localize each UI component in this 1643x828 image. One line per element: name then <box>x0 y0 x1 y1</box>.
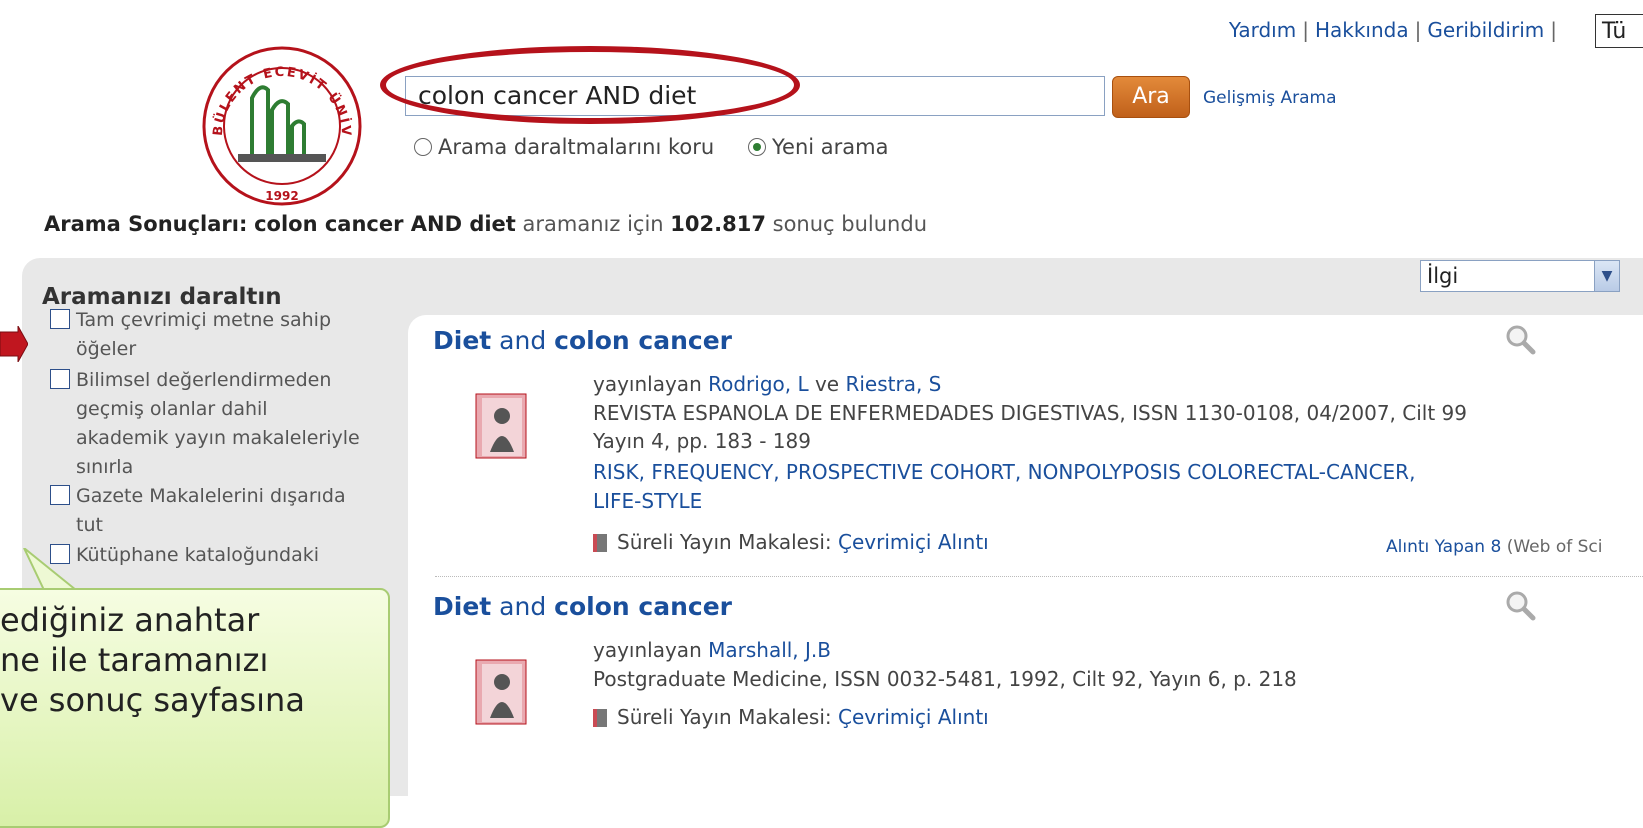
language-select[interactable]: Tü <box>1595 14 1643 48</box>
callout-line: ve sonuç sayfasına <box>0 681 305 719</box>
cited-by[interactable]: Alıntı Yapan 8 (Web of Sci <box>1386 537 1602 557</box>
keyword-link[interactable]: RISK <box>593 460 639 484</box>
callout-line: ediğiniz anahtar <box>0 601 260 639</box>
facet-label: akademik yayın makaleleriyle <box>76 427 360 449</box>
facet-library-catalog[interactable]: Kütüphane kataloğundaki <box>50 541 319 570</box>
result-source: Postgraduate Medicine, ISSN 0032-5481, 1… <box>593 667 1297 691</box>
facet-label: öğeler <box>76 338 137 360</box>
feedback-link[interactable]: Geribildirim <box>1427 18 1544 42</box>
result-title[interactable]: Diet and colon cancer <box>433 326 732 355</box>
pointer-arrow-icon <box>0 326 28 362</box>
article-type-icon <box>593 534 607 552</box>
facet-label: Tam çevrimiçi metne sahip <box>76 309 332 331</box>
citation-link[interactable]: Çevrimiçi Alıntı <box>838 705 989 729</box>
separator: | <box>1414 18 1422 42</box>
result-source: REVISTA ESPANOLA DE ENFERMEDADES DIGESTI… <box>593 401 1467 425</box>
logo-year: 1992 <box>265 189 298 203</box>
radio-icon[interactable] <box>414 138 432 156</box>
radio-new-search[interactable]: Yeni arama <box>748 135 888 159</box>
facet-label: geçmiş olanlar dahil <box>76 398 268 420</box>
preview-zoom-icon[interactable] <box>1503 588 1537 622</box>
search-button[interactable]: Ara <box>1112 76 1190 118</box>
facet-label: tut <box>76 514 103 536</box>
callout-text: ediğiniz anahtar ne ile taramanızı ve so… <box>0 600 305 720</box>
about-link[interactable]: Hakkında <box>1315 18 1409 42</box>
title-part[interactable]: Diet <box>433 592 491 621</box>
result-type: Süreli Yayın Makalesi: Çevrimiçi Alıntı <box>593 705 989 729</box>
result-title[interactable]: Diet and colon cancer <box>433 592 732 621</box>
type-label: Süreli Yayın Makalesi: <box>617 705 832 729</box>
author-link[interactable]: Marshall, J.B <box>708 638 831 662</box>
callout-line: ne ile taramanızı <box>0 641 269 679</box>
by-label: yayınlayan <box>593 638 702 662</box>
by-label: yayınlayan <box>593 372 702 396</box>
separator: | <box>1550 18 1557 42</box>
type-label: Süreli Yayın Makalesi: <box>617 530 832 554</box>
author-link[interactable]: Rodrigo, L <box>708 372 809 396</box>
keyword-link[interactable]: LIFE-STYLE <box>593 489 702 513</box>
radio-new-label: Yeni arama <box>772 135 889 159</box>
citation-link[interactable]: Çevrimiçi Alıntı <box>838 530 989 554</box>
search-input[interactable]: colon cancer AND diet <box>405 76 1105 116</box>
facet-label: Bilimsel değerlendirmeden <box>76 369 332 391</box>
preview-zoom-icon[interactable] <box>1503 322 1537 356</box>
help-link[interactable]: Yardım <box>1229 18 1296 42</box>
summary-mid: aramanız için <box>522 212 664 236</box>
checkbox-icon[interactable] <box>50 309 70 329</box>
facet-label: Kütüphane kataloğundaki <box>76 544 320 566</box>
result-source-issue: Yayın 4, pp. 183 - 189 <box>593 429 811 453</box>
title-part[interactable]: Diet <box>433 326 491 355</box>
advanced-search-link[interactable]: Gelişmiş Arama <box>1203 88 1337 108</box>
summary-label: Arama Sonuçları: <box>44 212 248 236</box>
facet-full-text[interactable]: Tam çevrimiçi metne sahip öğeler <box>50 306 331 364</box>
sort-select[interactable]: İlgi ▼ <box>1420 260 1620 292</box>
checkbox-icon[interactable] <box>50 485 70 505</box>
result-authors: yayınlayan Rodrigo, L ve Riestra, S <box>593 372 941 396</box>
facet-exclude-newspapers[interactable]: Gazete Makalelerini dışarıda tut <box>50 482 346 540</box>
cited-by-link[interactable]: Alıntı Yapan 8 <box>1386 537 1501 557</box>
sort-value: İlgi <box>1427 264 1459 288</box>
author-joiner: ve <box>814 372 840 396</box>
result-type: Süreli Yayın Makalesi: Çevrimiçi Alıntı <box>593 530 989 554</box>
chevron-down-icon[interactable]: ▼ <box>1594 261 1619 291</box>
summary-query: colon cancer AND diet <box>254 212 516 236</box>
result-keywords: RISK, FREQUENCY, PROSPECTIVE COHORT, NON… <box>593 460 1416 513</box>
radio-keep-refinements[interactable]: Arama daraltmalarını koru <box>414 135 714 159</box>
title-part[interactable]: colon cancer <box>554 592 732 621</box>
top-links: Yardım | Hakkında | Geribildirim | <box>1229 18 1563 42</box>
keyword-link[interactable]: PROSPECTIVE COHORT <box>786 460 1015 484</box>
result-authors: yayınlayan Marshall, J.B <box>593 638 831 662</box>
title-part[interactable]: and <box>491 592 554 621</box>
journal-article-icon <box>475 393 527 459</box>
facet-label: sınırla <box>76 456 134 478</box>
keyword-link[interactable]: FREQUENCY <box>651 460 773 484</box>
summary-tail: sonuç bulundu <box>772 212 928 236</box>
separator: | <box>1302 18 1309 42</box>
radio-selected-icon[interactable] <box>748 138 766 156</box>
title-part[interactable]: colon cancer <box>554 326 732 355</box>
radio-keep-label: Arama daraltmalarını koru <box>438 135 715 159</box>
author-link[interactable]: Riestra, S <box>845 372 941 396</box>
keyword-link[interactable]: NONPOLYPOSIS COLORECTAL-CANCER <box>1028 460 1409 484</box>
results-summary: Arama Sonuçları: colon cancer AND diet a… <box>44 212 927 236</box>
checkbox-icon[interactable] <box>50 369 70 389</box>
facet-label: Gazete Makalelerini dışarıda <box>76 485 346 507</box>
journal-article-icon <box>475 659 527 725</box>
cited-source: (Web of Sci <box>1506 537 1603 557</box>
summary-count: 102.817 <box>670 212 766 236</box>
result-divider <box>435 576 1643 577</box>
university-logo: BÜLENT ECEVİT ÜNİVERSİTESİ 1992 <box>200 40 362 206</box>
title-part[interactable]: and <box>491 326 554 355</box>
article-type-icon <box>593 709 607 727</box>
facet-peer-reviewed[interactable]: Bilimsel değerlendirmeden geçmiş olanlar… <box>50 366 360 482</box>
